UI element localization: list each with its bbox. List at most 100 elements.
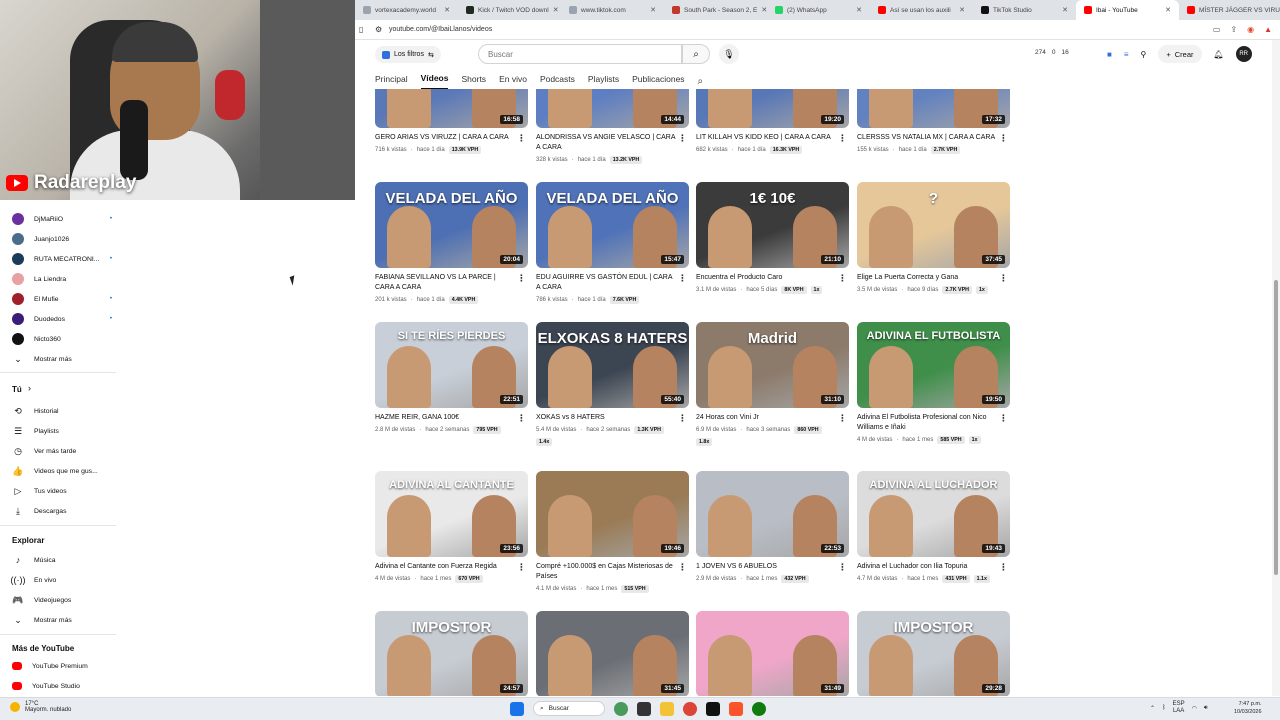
- browser-tab[interactable]: Así se usan los auxili ✕: [870, 0, 973, 20]
- sidebar-subscription-item[interactable]: DjMaRiiO •: [12, 213, 112, 225]
- video-thumbnail[interactable]: 22:53: [696, 471, 849, 557]
- you-section-title[interactable]: Tú: [12, 385, 22, 394]
- video-card[interactable]: 1€ 10€ 21:10 Encuentra el Producto Caro 3.1…: [696, 182, 849, 294]
- video-title[interactable]: Encuentra el Producto Caro: [696, 273, 837, 283]
- chevron-up-icon[interactable]: ⌃: [1150, 705, 1155, 712]
- more-options-icon[interactable]: ⋮: [838, 413, 847, 424]
- video-title[interactable]: GERO ARIAS VS VIRUZZ | CARA A CARA: [375, 133, 516, 143]
- sidebar-item[interactable]: ⌄ Mostrar más: [12, 614, 112, 626]
- tab-publicaciones[interactable]: Publicaciones: [632, 74, 684, 89]
- video-card[interactable]: 31:49: [696, 611, 849, 696]
- video-thumbnail[interactable]: ADIVINA AL LUCHADOR 19:43: [857, 471, 1010, 557]
- extension-icon[interactable]: ▲: [1264, 25, 1272, 34]
- video-title[interactable]: Adivina el Luchador con Ilia Topuria: [857, 562, 998, 572]
- video-title[interactable]: EDU AGUIRRE VS GASTÓN EDUL | CARA A CARA: [536, 273, 677, 293]
- sidebar-subscription-item[interactable]: Duodedos •: [12, 313, 112, 325]
- sidebar-item[interactable]: YouTube Premium: [12, 662, 112, 670]
- volume-icon[interactable]: 🔊︎: [1204, 705, 1208, 712]
- video-title[interactable]: Adivina El Futbolista Profesional con Ni…: [857, 413, 998, 433]
- sidebar-item[interactable]: ☰ Playlists: [12, 425, 112, 437]
- more-options-icon[interactable]: ⋮: [678, 133, 687, 144]
- close-tab-icon[interactable]: ✕: [1165, 6, 1171, 14]
- video-card[interactable]: 22:53 1 JOVEN VS 6 ABUELOS 2.9 M de vistas…: [696, 471, 849, 583]
- notifications-icon[interactable]: 🔔︎: [1214, 50, 1224, 59]
- browser-tab[interactable]: TikTok Studio ✕: [973, 0, 1076, 20]
- more-options-icon[interactable]: ⋮: [838, 273, 847, 284]
- video-card[interactable]: 31:45: [536, 611, 689, 696]
- sidebar-item[interactable]: ⤓ Descargas: [12, 505, 112, 517]
- video-thumbnail[interactable]: ADIVINA AL CANTANTE 23:56: [375, 471, 528, 557]
- more-options-icon[interactable]: ⋮: [999, 562, 1008, 573]
- close-tab-icon[interactable]: ✕: [444, 6, 450, 14]
- wifi-icon[interactable]: ◠: [1192, 705, 1197, 712]
- more-options-icon[interactable]: ⋮: [999, 413, 1008, 424]
- sidebar-subscription-item[interactable]: El Mufie •: [12, 293, 112, 305]
- browser-tab[interactable]: www.tiktok.com ✕: [561, 0, 664, 20]
- url-text[interactable]: youtube.com/@IbaiLlanos/videos: [389, 26, 492, 33]
- bluetooth-icon[interactable]: ᛒ: [1162, 705, 1166, 711]
- extension-icon[interactable]: ■: [1107, 50, 1112, 59]
- cast-icon[interactable]: ▭: [1213, 25, 1221, 34]
- video-thumbnail[interactable]: Madrid 31:10: [696, 322, 849, 408]
- filters-button[interactable]: Los filtros ⇆: [375, 46, 441, 63]
- more-options-icon[interactable]: ⋮: [999, 133, 1008, 144]
- close-tab-icon[interactable]: ✕: [959, 6, 965, 14]
- video-thumbnail[interactable]: ELXOKAS 8 HATERS 55:40: [536, 322, 689, 408]
- video-title[interactable]: LIT KILLAH VS KIDD KEO | CARA A CARA: [696, 133, 837, 143]
- share-icon[interactable]: ⇪: [1230, 25, 1237, 34]
- browser-tab[interactable]: South Park - Season 2, E ✕: [664, 0, 767, 20]
- chrome-icon[interactable]: [683, 701, 697, 716]
- video-thumbnail[interactable]: 31:45: [536, 611, 689, 696]
- video-thumbnail[interactable]: 19:46: [536, 471, 689, 557]
- search-button[interactable]: ⌕: [682, 44, 710, 64]
- video-thumbnail[interactable]: 1€ 10€ 21:10: [696, 182, 849, 268]
- video-thumbnail[interactable]: IMPOSTOR 29:28: [857, 611, 1010, 696]
- sidebar-item[interactable]: ⟲ Historial: [12, 405, 112, 417]
- browser-tab[interactable]: Ibai - YouTube ✕: [1076, 0, 1179, 20]
- search-icon[interactable]: ⌕: [698, 76, 704, 87]
- sidebar-item[interactable]: 👍 Videos que me gus...: [12, 465, 112, 477]
- video-title[interactable]: 1 JOVEN VS 6 ABUELOS: [696, 562, 837, 572]
- search-input[interactable]: [488, 49, 668, 59]
- video-title[interactable]: XOKAS vs 8 HATERS: [536, 413, 677, 423]
- sidebar-item[interactable]: 🎮 Videojuegos: [12, 594, 112, 606]
- video-title[interactable]: CLERSSS VS NATALIA MX | CARA A CARA: [857, 133, 998, 143]
- sidebar-subscription-item[interactable]: La Liendra: [12, 273, 112, 285]
- sidebar-item[interactable]: ((·)) En vivo: [11, 574, 112, 586]
- video-card[interactable]: SI TE RÍES PIERDES 22:51 HAZME REIR, GANA …: [375, 322, 528, 434]
- browser-tab[interactable]: Kick / Twitch VOD downl ✕: [458, 0, 561, 20]
- tab-playlists[interactable]: Playlists: [588, 74, 619, 89]
- video-card[interactable]: VELADA DEL AÑO 20:04 FABIANA SEVILLANO VS …: [375, 182, 528, 304]
- tab-en-vivo[interactable]: En vivo: [499, 74, 527, 89]
- weather-widget[interactable]: 17°C Mayorm. nublado: [10, 701, 71, 713]
- sidebar-subscription-item[interactable]: RUTA MECATRONI... •: [12, 253, 112, 265]
- sidebar-item[interactable]: ◷ Ver más tarde: [12, 445, 112, 457]
- sidebar-subscription-item[interactable]: Juanjo1026: [12, 233, 112, 245]
- video-card[interactable]: ADIVINA AL CANTANTE 23:56 Adivina el Canta…: [375, 471, 528, 583]
- sidebar-item[interactable]: ▷ Tus videos: [12, 485, 112, 497]
- more-options-icon[interactable]: ⋮: [838, 562, 847, 573]
- close-tab-icon[interactable]: ✕: [650, 6, 656, 14]
- search-field[interactable]: [478, 44, 682, 64]
- browser-tab[interactable]: MÍSTER JÄGGER VS VIRU✕: [1179, 0, 1280, 20]
- folder-icon[interactable]: [660, 701, 674, 716]
- more-options-icon[interactable]: ⋮: [517, 133, 526, 144]
- video-thumbnail[interactable]: VELADA DEL AÑO 20:04: [375, 182, 528, 268]
- video-card[interactable]: VELADA DEL AÑO 15:47 EDU AGUIRRE VS GASTÓN…: [536, 182, 689, 304]
- start-icon[interactable]: [510, 701, 524, 716]
- more-options-icon[interactable]: ⋮: [678, 273, 687, 284]
- video-title[interactable]: ALONDRISSA VS ANGIE VELASCO | CARA A CAR…: [536, 133, 677, 153]
- tab-shorts[interactable]: Shorts: [461, 74, 486, 89]
- capcut-icon[interactable]: [706, 701, 720, 716]
- page-scrollbar[interactable]: [1272, 40, 1280, 696]
- browser-tab[interactable]: vortexacademy.world ✕: [355, 0, 458, 20]
- more-options-icon[interactable]: ⋮: [838, 133, 847, 144]
- video-thumbnail[interactable]: ADIVINA EL FUTBOLISTA 19:50: [857, 322, 1010, 408]
- task-view-icon[interactable]: [614, 701, 628, 716]
- voice-search-button[interactable]: 🎙: [719, 44, 739, 64]
- sidebar-item[interactable]: ⌄ Mostrar más: [12, 353, 112, 365]
- video-title[interactable]: Compré +100.000$ en Cajas Misteriosas de…: [536, 562, 677, 582]
- video-thumbnail[interactable]: SI TE RÍES PIERDES 22:51: [375, 322, 528, 408]
- video-thumbnail[interactable]: IMPOSTOR 24:57: [375, 611, 528, 696]
- close-tab-icon[interactable]: ✕: [856, 6, 862, 14]
